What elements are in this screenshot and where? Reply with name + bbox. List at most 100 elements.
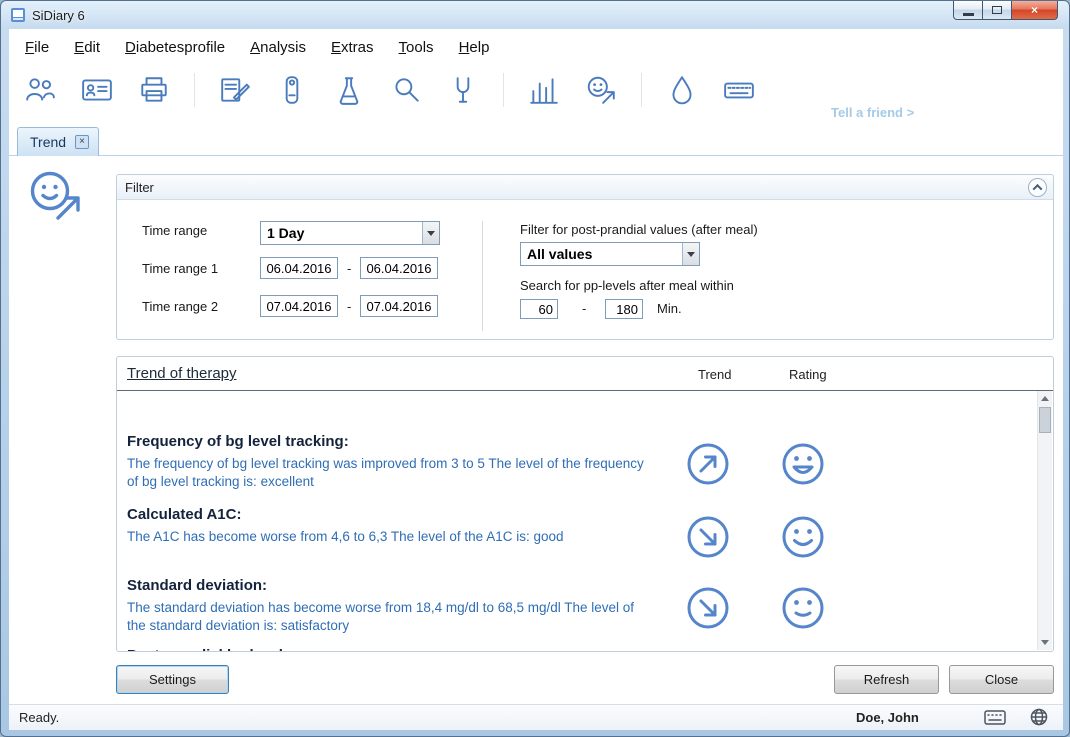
- refresh-button[interactable]: Refresh: [834, 665, 939, 694]
- trend-row-standard-deviation: Standard deviation: The standard deviati…: [127, 577, 1027, 635]
- maximize-icon: [992, 6, 1002, 14]
- trend-of-therapy-panel: Trend of therapy Trend Rating Frequency …: [116, 356, 1054, 652]
- tab-close-icon[interactable]: ×: [75, 135, 89, 149]
- toolbar-separator: [641, 73, 642, 107]
- current-user: Doe, John: [856, 710, 919, 725]
- statusbar: Ready. Doe, John: [9, 704, 1063, 730]
- settings-button[interactable]: Settings: [116, 665, 229, 694]
- trend-list: Frequency of bg level tracking: The freq…: [117, 391, 1038, 651]
- row-heading: Post-prandial bg levels:: [127, 647, 1027, 651]
- dropdown-button[interactable]: [682, 243, 699, 265]
- toolbar-separator: [194, 73, 195, 107]
- trend-smiley-badge-icon: [27, 170, 85, 229]
- vertical-scrollbar[interactable]: [1037, 391, 1052, 650]
- trend-row-post-prandial: Post-prandial bg levels:: [127, 647, 1027, 651]
- printer-icon[interactable]: [137, 70, 171, 110]
- range-dash: -: [347, 299, 351, 314]
- dropdown-button[interactable]: [422, 222, 439, 244]
- chevron-up-icon: [1033, 184, 1043, 194]
- app-window: SiDiary 6 × File Edit Diabetesprofile An…: [0, 0, 1070, 737]
- time-range-select[interactable]: 1 Day: [260, 221, 440, 245]
- menu-help[interactable]: Help: [459, 39, 490, 56]
- status-text: Ready.: [19, 710, 59, 725]
- diary-entry-icon[interactable]: [218, 70, 252, 110]
- post-prandial-label: Filter for post-prandial values (after m…: [520, 222, 758, 237]
- time-range-value: 1 Day: [261, 222, 422, 244]
- row-heading: Frequency of bg level tracking:: [127, 433, 1027, 450]
- keyboard-status-icon[interactable]: [984, 710, 1006, 728]
- menu-edit[interactable]: Edit: [74, 39, 100, 56]
- menu-file[interactable]: File: [25, 39, 49, 56]
- client-area: File Edit Diabetesprofile Analysis Extra…: [9, 29, 1063, 730]
- filter-divider: [482, 221, 483, 331]
- row-heading: Standard deviation:: [127, 577, 1027, 594]
- main-content: Filter Time range 1 Day Time range 1 06.…: [9, 156, 1063, 704]
- globe-language-icon[interactable]: [1030, 708, 1048, 729]
- time-range-2-from-input[interactable]: 07.04.2016: [260, 295, 338, 317]
- pp-minutes-to-input[interactable]: 180: [605, 299, 643, 319]
- window-title: SiDiary 6: [32, 8, 85, 23]
- chevron-down-icon: [427, 231, 435, 236]
- patients-icon[interactable]: [23, 70, 57, 110]
- chevron-down-icon: [687, 252, 695, 257]
- menu-extras[interactable]: Extras: [331, 39, 374, 56]
- trend-up-icon: [685, 441, 731, 487]
- maximize-button[interactable]: [983, 1, 1012, 20]
- collapse-filter-button[interactable]: [1028, 178, 1047, 197]
- row-description: The standard deviation has become worse …: [127, 599, 652, 635]
- toolbar: Tell a friend >: [9, 65, 1063, 125]
- trend-down-icon: [685, 585, 731, 631]
- meter-device-icon[interactable]: [275, 70, 309, 110]
- scroll-down-button[interactable]: [1038, 635, 1052, 650]
- time-range-1-to-input[interactable]: 06.04.2016: [360, 257, 438, 279]
- filter-title: Filter: [125, 180, 154, 195]
- glucose-meter-icon[interactable]: [446, 70, 480, 110]
- trend-row-bg-frequency: Frequency of bg level tracking: The freq…: [127, 433, 1027, 491]
- time-range-1-label: Time range 1: [142, 261, 218, 276]
- minimize-icon: [963, 13, 974, 16]
- trend-smiley-icon[interactable]: [584, 70, 618, 110]
- time-range-1-from-input[interactable]: 06.04.2016: [260, 257, 338, 279]
- rating-column-header: Rating: [789, 367, 827, 382]
- menu-analysis[interactable]: Analysis: [250, 39, 306, 56]
- pp-minutes-unit-label: Min.: [657, 301, 682, 316]
- tell-a-friend-link[interactable]: Tell a friend >: [831, 105, 914, 120]
- post-prandial-select[interactable]: All values: [520, 242, 700, 266]
- keyboard-icon[interactable]: [722, 70, 756, 110]
- close-panel-button[interactable]: Close: [949, 665, 1054, 694]
- titlebar: SiDiary 6 ×: [1, 1, 1069, 29]
- rating-excellent-icon: [780, 441, 826, 487]
- post-prandial-value: All values: [521, 243, 682, 265]
- time-range-2-to-input[interactable]: 07.04.2016: [360, 295, 438, 317]
- menu-diabetesprofile[interactable]: Diabetesprofile: [125, 39, 225, 56]
- toolbar-separator: [503, 73, 504, 107]
- row-heading: Calculated A1C:: [127, 506, 1027, 523]
- tab-strip: Trend ×: [9, 125, 1063, 156]
- triangle-down-icon: [1041, 640, 1049, 645]
- range-dash: -: [347, 261, 351, 276]
- close-button[interactable]: ×: [1012, 1, 1058, 20]
- rating-good-icon: [780, 514, 826, 560]
- pp-minutes-from-input[interactable]: 60: [520, 299, 558, 319]
- lab-flask-icon[interactable]: [332, 70, 366, 110]
- menubar: File Edit Diabetesprofile Analysis Extra…: [9, 29, 1063, 65]
- scrollbar-thumb[interactable]: [1039, 407, 1051, 433]
- app-icon: [10, 7, 26, 23]
- statistics-icon[interactable]: [527, 70, 561, 110]
- window-controls: ×: [953, 1, 1058, 20]
- triangle-up-icon: [1041, 396, 1049, 401]
- scroll-up-button[interactable]: [1038, 391, 1052, 406]
- minimize-button[interactable]: [953, 1, 983, 20]
- menu-tools[interactable]: Tools: [399, 39, 434, 56]
- rating-satisfactory-icon: [780, 585, 826, 631]
- filter-panel: Filter Time range 1 Day Time range 1 06.…: [116, 174, 1054, 340]
- time-range-2-label: Time range 2: [142, 299, 218, 314]
- tab-trend[interactable]: Trend ×: [17, 127, 99, 156]
- contact-card-icon[interactable]: [80, 70, 114, 110]
- trend-column-header: Trend: [698, 367, 731, 382]
- search-icon[interactable]: [389, 70, 423, 110]
- row-description: The frequency of bg level tracking was i…: [127, 455, 652, 491]
- row-description: The A1C has become worse from 4,6 to 6,3…: [127, 528, 652, 546]
- sync-drop-icon[interactable]: [665, 70, 699, 110]
- pp-search-label: Search for pp-levels after meal within: [520, 278, 734, 293]
